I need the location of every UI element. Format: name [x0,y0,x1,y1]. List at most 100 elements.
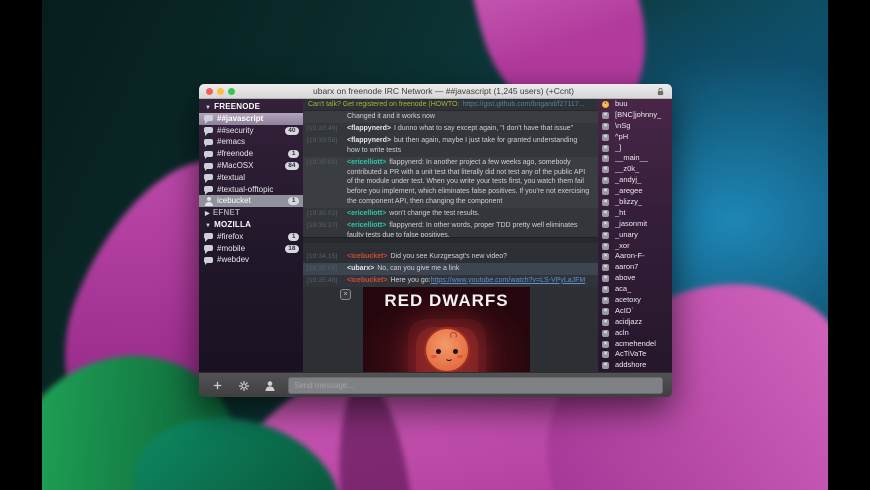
user-badge-icon [602,209,609,217]
channel-label: #mobile [217,243,246,253]
user-list-item[interactable]: buu [598,99,672,110]
message-text: I dunno what to say except again, "I don… [393,124,574,132]
query-label: icebucket [217,196,251,206]
user-nick: acetoxy [615,295,641,305]
user-list[interactable]: buu [BNC]johnny_ \nSg ^pH _] __main__ __… [598,99,672,372]
user-list-item[interactable]: acidjazz [598,317,672,328]
user-list-item[interactable]: __main__ [598,153,672,164]
message-text: won't change the test results. [389,210,480,218]
add-button[interactable] [209,378,225,393]
user-list-item[interactable]: _aregee [598,186,672,197]
user-nick: Aaron-F- [615,251,645,261]
timestamp: [19:35:02] [307,158,338,166]
user-list-item[interactable]: aaron7 [598,262,672,273]
minimize-window-button[interactable] [217,88,224,95]
channel-label: ##javascript [217,113,264,123]
zoom-window-button[interactable] [228,88,235,95]
gear-icon [239,380,249,391]
server-group-label: MOZILLA [214,219,252,229]
user-list-item[interactable]: [BNC]johnny_ [598,110,672,121]
user-badge-icon [602,362,609,370]
user-list-item[interactable]: Aaron-F- [598,251,672,262]
private-message-log[interactable]: [19:34:15] <icebucket> Did you see Kurzges… [303,243,598,372]
user-list-item[interactable]: __z0k_ [598,164,672,175]
sidebar-item-textual-offtopic[interactable]: #textual-offtopic [199,184,303,196]
youtube-link[interactable]: https://www.youtube.com/watch?v=LS-VPyLa… [431,277,586,284]
user-nick: above [615,273,636,283]
user-list-item[interactable]: aca_ [598,284,672,295]
user-list-item[interactable]: _jasonmit [598,219,672,230]
user-nick: addshore [615,360,647,370]
channel-icon [204,256,213,266]
chat-message: [19:35:02] <ericelliott> flappynerd: In an… [303,156,598,209]
userlist-toggle-button[interactable] [262,378,278,393]
nick-ericelliott: <ericelliott> [347,210,387,218]
user-list-item[interactable]: _xor [598,241,672,252]
settings-button[interactable] [236,378,252,393]
user-list-item[interactable]: \nSg [598,121,672,132]
sidebar-item-webdev[interactable]: #webdev [199,254,303,266]
user-nick: _blizzy_ [615,197,643,207]
nick-flappynerd: <flappynerd> [347,124,391,132]
user-badge-icon [602,122,609,130]
chat-message: [19:35:37] <ericelliott> flappynerd: In ot… [303,220,598,237]
user-list-item[interactable]: _] [598,143,672,154]
sidebar-item-textual[interactable]: #textual [199,172,303,184]
sun-eye [452,349,458,354]
irc-client-window: ubarx on freenode IRC Network — ##javasc… [199,84,672,397]
sun-blush [430,355,437,358]
message-input[interactable] [288,377,663,394]
video-thumbnail-preview[interactable]: RED DWARFS [363,287,530,372]
close-window-button[interactable] [206,88,213,95]
user-list-item[interactable]: addshore [598,360,672,371]
server-group-freenode[interactable]: FREENODE [199,101,303,113]
topic-link[interactable]: https://gist.github.com/brigand/f27117..… [462,101,584,108]
user-nick: buu [615,99,628,108]
user-list-item[interactable]: AcTiVaTe [598,349,672,360]
user-nick: [BNC]johnny_ [615,109,662,119]
message-text: Changed it and it works now [347,113,435,120]
user-list-item[interactable]: _andyj_ [598,175,672,186]
user-list-item[interactable]: _unary [598,230,672,241]
user-nick: ^pH [615,131,629,141]
window-titlebar[interactable]: ubarx on freenode IRC Network — ##javasc… [199,84,672,99]
channel-label: #textual-offtopic [217,184,274,194]
sidebar-item-mobile[interactable]: 18 #mobile [199,243,303,255]
sidebar-item-firefox[interactable]: 1 #firefox [199,231,303,243]
chat-area: Can't talk? Get registered on freenode (… [303,99,598,372]
user-list-item[interactable]: acetoxy [598,295,672,306]
user-list-item[interactable]: above [598,273,672,284]
user-nick: \nSg [615,120,631,130]
nick-ubarx: <ubarx> [347,264,375,272]
user-badge-icon [602,264,609,272]
user-nick: _ht [615,207,626,217]
nick-icebucket: <icebucket> [347,253,388,260]
sidebar-item-freenode[interactable]: 1 #freenode [199,148,303,160]
sidebar-item-macosx[interactable]: 84 #MacOSX [199,160,303,172]
channel-icon [204,174,213,183]
user-list-item[interactable]: acmehendel [598,339,672,350]
user-badge-icon [602,286,609,294]
user-list-item[interactable]: acln [598,328,672,339]
user-list-item[interactable]: AcID` [598,306,672,317]
sidebar-item-javascript[interactable]: ##javascript [199,112,303,125]
close-preview-icon[interactable] [340,289,351,300]
user-list-item[interactable]: _ht [598,208,672,219]
user-list-item[interactable]: _blizzy_ [598,197,672,208]
person-icon [265,380,275,391]
chat-message-highlighted: [19:35:05] <ubarx> No, can you give me a l… [303,262,598,275]
nick-flappynerd: <flappynerd> [347,136,391,144]
user-nick: AcTiVaTe [615,349,647,359]
server-group-efnet[interactable]: EFNET [199,207,303,219]
server-group-mozilla[interactable]: MOZILLA [199,219,303,231]
sidebar-item-emacs[interactable]: #emacs [199,136,303,148]
sidebar-item-icebucket[interactable]: 1 icebucket [199,195,303,208]
user-list-item[interactable]: ^pH [598,132,672,143]
user-nick: __main__ [615,153,648,163]
channel-icon [204,245,213,254]
channel-icon [204,127,213,136]
user-nick: aca_ [615,284,632,294]
channel-message-log[interactable]: Changed it and it works now [19:33:49] <f… [303,111,598,237]
sidebar-item-security[interactable]: 40 ##security [199,125,303,137]
timestamp: [19:33:58] [307,136,338,144]
